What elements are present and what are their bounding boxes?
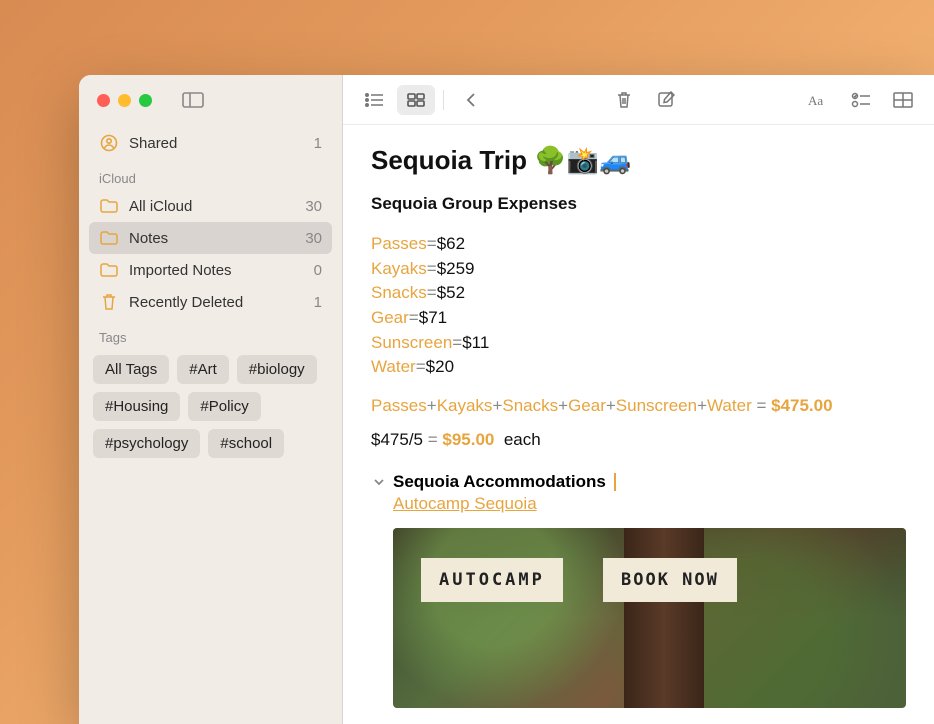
sidebar-item-count: 0 (314, 262, 322, 279)
section-header-tags: Tags (89, 318, 332, 349)
accommodations-section[interactable]: Sequoia Accommodations (371, 472, 906, 492)
sidebar-item-label: Recently Deleted (129, 294, 304, 311)
expense-line: Gear=$71 (371, 306, 906, 331)
link-preview-image[interactable]: AUTOCAMP BOOK NOW (393, 528, 906, 708)
note-subtitle: Sequoia Group Expenses (371, 194, 906, 214)
expense-line: Kayaks=$259 (371, 257, 906, 282)
view-gallery-button[interactable] (397, 85, 435, 115)
sidebar-item-label: Imported Notes (129, 262, 304, 279)
preview-logo-banner: AUTOCAMP (421, 558, 563, 602)
app-window: Shared 1 iCloud All iCloud30Notes30Impor… (79, 75, 934, 724)
minimize-window-button[interactable] (118, 94, 131, 107)
expense-line: Passes=$62 (371, 232, 906, 257)
new-note-button[interactable] (647, 85, 685, 115)
sidebar: Shared 1 iCloud All iCloud30Notes30Impor… (79, 75, 343, 724)
toolbar-separator (443, 90, 444, 110)
accommodations-link-row: Autocamp Sequoia (393, 494, 906, 514)
expense-line: Sunscreen=$11 (371, 331, 906, 356)
accommodations-header: Sequoia Accommodations (393, 472, 606, 492)
back-button[interactable] (452, 85, 490, 115)
sidebar-folder-recently-deleted[interactable]: Recently Deleted 1 (89, 286, 332, 318)
insert-table-button[interactable] (884, 85, 922, 115)
window-controls (97, 94, 152, 107)
folder-icon (99, 260, 119, 280)
svg-text:Aa: Aa (808, 93, 823, 108)
sidebar-folder-imported-notes[interactable]: Imported Notes 0 (89, 254, 332, 286)
sidebar-item-count: 1 (314, 135, 322, 152)
per-person-line: $475/5 = $95.00 each (371, 430, 906, 450)
checklist-button[interactable] (842, 85, 880, 115)
trash-icon (99, 292, 119, 312)
shared-icon (99, 133, 119, 153)
expense-sum: Passes+Kayaks+Snacks+Gear+Sunscreen+Wate… (371, 396, 906, 416)
titlebar (79, 75, 342, 125)
tag-chip[interactable]: All Tags (93, 355, 169, 384)
tag-chip[interactable]: #Housing (93, 392, 180, 421)
toolbar: Aa (343, 75, 934, 125)
delete-note-button[interactable] (605, 85, 643, 115)
sidebar-item-count: 30 (305, 230, 322, 247)
note-content[interactable]: Sequoia Trip 🌳📸🚙 Sequoia Group Expenses … (343, 125, 934, 724)
fullscreen-window-button[interactable] (139, 94, 152, 107)
folder-icon (99, 196, 119, 216)
tag-chip[interactable]: #biology (237, 355, 317, 384)
sidebar-item-label: Notes (129, 230, 295, 247)
chevron-down-icon (371, 474, 387, 490)
expense-line: Snacks=$52 (371, 281, 906, 306)
sidebar-item-label: All iCloud (129, 198, 295, 215)
tag-chip[interactable]: #psychology (93, 429, 200, 458)
folder-icon (99, 228, 119, 248)
sidebar-item-label: Shared (129, 135, 304, 152)
preview-cta-banner: BOOK NOW (603, 558, 737, 602)
expense-line: Water=$20 (371, 355, 906, 380)
close-window-button[interactable] (97, 94, 110, 107)
main-pane: Aa Sequoia Trip 🌳📸🚙 Sequoia Group Expens… (343, 75, 934, 724)
sidebar-item-count: 30 (305, 198, 322, 215)
sidebar-item-shared[interactable]: Shared 1 (89, 127, 332, 159)
text-cursor (614, 473, 616, 491)
section-header-icloud: iCloud (89, 159, 332, 190)
accommodations-link[interactable]: Autocamp Sequoia (393, 494, 537, 513)
format-text-button[interactable]: Aa (800, 85, 838, 115)
tags-container: All Tags #Art #biology #Housing #Policy #psyc… (89, 349, 332, 464)
note-title: Sequoia Trip 🌳📸🚙 (371, 145, 906, 176)
sidebar-item-count: 1 (314, 294, 322, 311)
tag-chip[interactable]: #school (208, 429, 284, 458)
sidebar-content: Shared 1 iCloud All iCloud30Notes30Impor… (79, 125, 342, 474)
toggle-sidebar-button[interactable] (180, 90, 206, 110)
division-lhs: $475/5 (371, 430, 423, 449)
tag-chip[interactable]: #Art (177, 355, 229, 384)
sidebar-folder-all-icloud[interactable]: All iCloud 30 (89, 190, 332, 222)
view-list-button[interactable] (355, 85, 393, 115)
division-result: $95.00 (442, 430, 494, 449)
sidebar-folder-notes[interactable]: Notes 30 (89, 222, 332, 254)
tag-chip[interactable]: #Policy (188, 392, 260, 421)
sum-total: $475.00 (771, 396, 832, 415)
division-suffix: each (504, 430, 541, 449)
